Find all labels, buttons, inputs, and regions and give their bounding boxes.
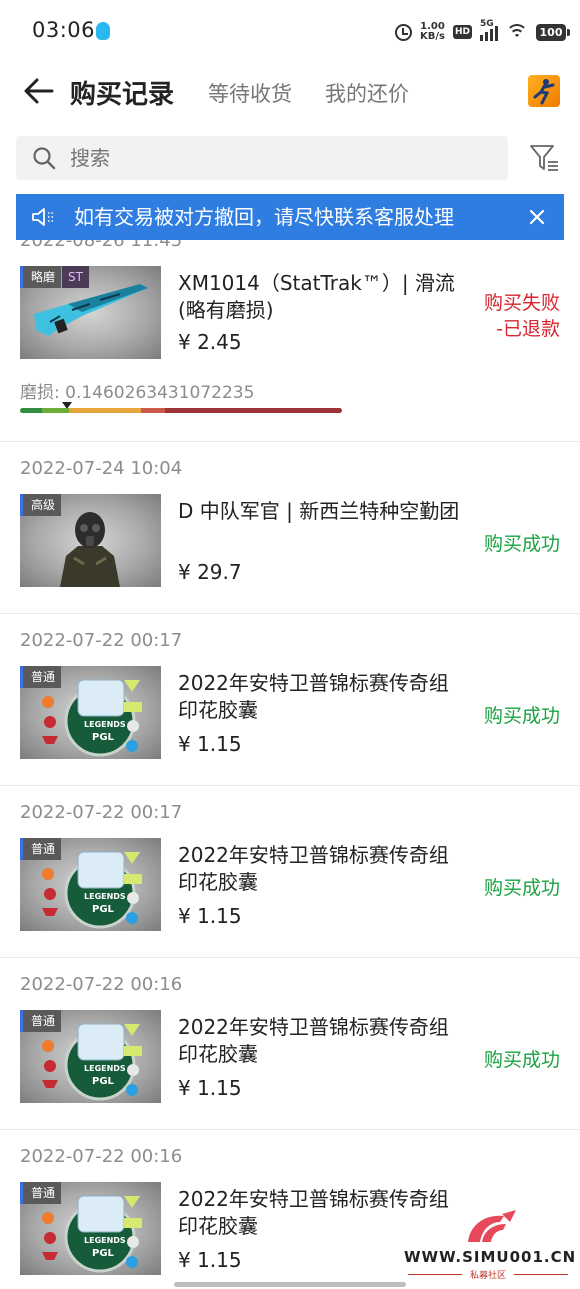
page-title: 购买记录	[70, 80, 175, 110]
order-item[interactable]: 2022-08-26 11:45 略磨 ST XM1014（StatTrak™）…	[0, 240, 580, 442]
status-line: -已退款	[496, 318, 560, 340]
status-time: 03:06	[32, 18, 96, 42]
order-status: 购买成功	[483, 533, 560, 555]
search-icon	[33, 147, 56, 170]
notice-text: 如有交易被对方撤回，请尽快联系客服处理	[74, 205, 454, 229]
wear-value: 0.1460263431072235	[65, 383, 255, 403]
capsule-brand: PGL	[92, 1248, 114, 1259]
item-name: 2022年安特卫普锦标赛传奇组印花胶囊	[178, 1015, 449, 1066]
notice-banner: 如有交易被对方撤回，请尽快联系客服处理	[16, 194, 564, 240]
close-icon[interactable]	[526, 206, 548, 228]
tab-awaiting-receipt[interactable]: 等待收货	[208, 78, 292, 108]
item-name: D 中队军官 | 新西兰特种空勤团	[178, 499, 460, 523]
item-price: ¥ 29.7	[178, 560, 242, 584]
item-price: ¥ 2.45	[178, 330, 242, 354]
capsule-brand: PGL	[92, 1076, 114, 1087]
grade-tag: 普通	[20, 1010, 62, 1032]
app-header: 购买记录 等待收货 我的还价	[0, 62, 580, 124]
order-date: 2022-07-22 00:17	[20, 802, 183, 823]
order-item[interactable]: 2022-07-22 00:17 普通 LEGENDS PGL 2022年安特卫普…	[0, 614, 580, 786]
grade-tag: 普通	[20, 1182, 62, 1204]
capsule-label: LEGENDS	[84, 1236, 126, 1245]
wear-readout: 磨损: 0.1460263431072235	[20, 378, 254, 403]
capsule-label: LEGENDS	[84, 720, 126, 729]
watermark-logo-icon	[468, 1210, 516, 1242]
item-price: ¥ 1.15	[178, 904, 242, 928]
csgo-game-icon[interactable]	[528, 75, 560, 107]
net-speed: 1.00 KB/s	[420, 22, 445, 42]
order-date: 2022-07-24 10:04	[20, 458, 183, 479]
order-status: 购买成功	[483, 1049, 560, 1071]
item-price: ¥ 1.15	[178, 1248, 242, 1272]
item-thumbnail: 普通 LEGENDS PGL	[20, 1010, 161, 1103]
capsule-label: LEGENDS	[84, 892, 126, 901]
order-item[interactable]: 2022-07-22 00:16 普通 LEGENDS PGL 2022年安特卫普…	[0, 958, 580, 1130]
status-icons: 1.00 KB/s HD 5G 100	[395, 19, 570, 44]
wifi-icon	[506, 23, 528, 41]
battery-icon: 100	[536, 23, 570, 41]
item-price: ¥ 1.15	[178, 732, 242, 756]
site-watermark: WWW.SIMU001.CN 私募社区	[404, 1208, 577, 1281]
item-name: XM1014（StatTrak™）| 滑流(略有磨损)	[178, 271, 455, 322]
watermark-sub: 私募社区	[404, 1268, 572, 1281]
order-status: 购买失败 -已退款	[470, 290, 560, 342]
order-item[interactable]: 2022-07-24 10:04 高级 D 中队军官 | 新西兰特种空勤团 ¥ …	[0, 442, 580, 614]
status-line: 购买失败	[483, 292, 560, 314]
capsule-brand: PGL	[92, 732, 114, 743]
item-name: 2022年安特卫普锦标赛传奇组印花胶囊	[178, 843, 449, 894]
tab-my-counter-offers[interactable]: 我的还价	[325, 78, 409, 108]
back-arrow-icon[interactable]	[22, 76, 56, 106]
alarm-icon	[395, 23, 412, 41]
order-status: 购买成功	[483, 705, 560, 727]
order-date: 2022-07-22 00:16	[20, 974, 183, 995]
grade-tag: 高级	[20, 494, 62, 516]
capsule-brand: PGL	[92, 904, 114, 915]
status-bar: 03:06 1.00 KB/s HD 5G 100	[0, 0, 580, 62]
network-type: 5G	[480, 19, 494, 29]
order-date: 2022-07-22 00:16	[20, 1146, 183, 1167]
wear-bar	[20, 408, 342, 413]
signal-icon: 5G	[480, 19, 498, 41]
grade-tag: 普通	[20, 666, 62, 688]
stattrak-tag: ST	[62, 266, 89, 288]
item-price: ¥ 1.15	[178, 1076, 242, 1100]
item-thumbnail: 普通 LEGENDS PGL	[20, 838, 161, 931]
order-item[interactable]: 2022-07-22 00:17 普通 LEGENDS PGL 2022年安特卫普…	[0, 786, 580, 958]
watermark-text: WWW.SIMU001.CN	[404, 1248, 577, 1266]
grade-tag: 普通	[20, 838, 62, 860]
search-bar[interactable]	[16, 136, 508, 180]
item-name: 2022年安特卫普锦标赛传奇组印花胶囊	[178, 671, 449, 722]
item-thumbnail: 高级	[20, 494, 161, 587]
search-input[interactable]	[70, 136, 490, 180]
item-thumbnail: 普通 LEGENDS PGL	[20, 1182, 161, 1275]
capsule-label: LEGENDS	[84, 1064, 126, 1073]
filter-icon[interactable]	[528, 142, 560, 174]
order-status: 购买成功	[483, 877, 560, 899]
item-thumbnail: 略磨 ST	[20, 266, 161, 359]
wear-label: 磨损:	[20, 383, 60, 403]
item-thumbnail: 普通 LEGENDS PGL	[20, 666, 161, 759]
speaker-icon	[32, 208, 53, 226]
order-list: 2022-08-26 11:45 略磨 ST XM1014（StatTrak™）…	[0, 240, 580, 1289]
order-date: 2022-07-22 00:17	[20, 630, 183, 651]
net-speed-unit: KB/s	[420, 31, 445, 42]
home-indicator[interactable]	[174, 1282, 406, 1287]
order-date: 2022-08-26 11:45	[20, 240, 183, 251]
wear-tag: 略磨	[20, 266, 62, 288]
qq-notification-icon	[96, 22, 110, 40]
hd-badge: HD	[452, 25, 472, 39]
